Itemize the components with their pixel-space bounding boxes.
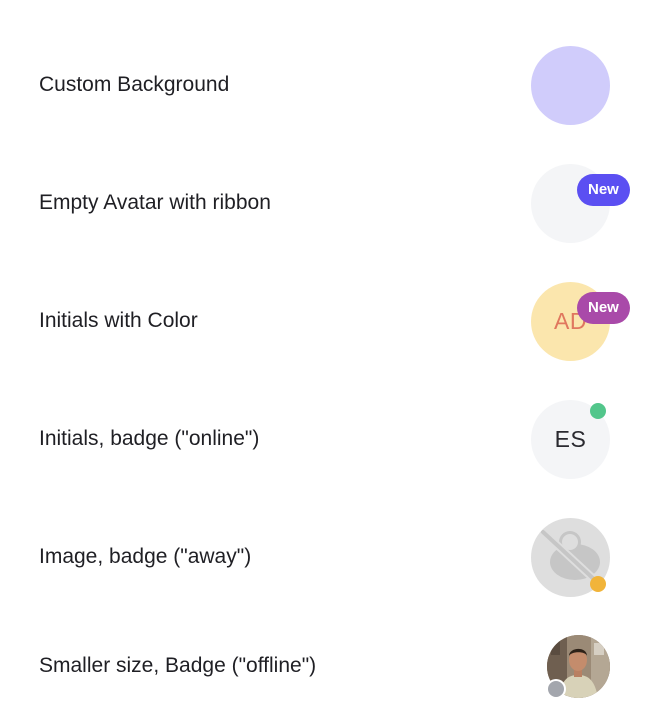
avatar-image-away[interactable] (531, 518, 610, 597)
online-status-badge (590, 403, 606, 419)
avatar-initials: ES (554, 426, 587, 452)
new-ribbon: New (577, 292, 630, 324)
row-label: Custom Background (39, 73, 230, 96)
new-ribbon: New (577, 174, 630, 206)
avatar-initials-color[interactable]: AD New (531, 282, 630, 361)
avatar-custom-background[interactable] (531, 46, 610, 125)
row-label: Empty Avatar with ribbon (39, 191, 271, 214)
row-label: Initials with Color (39, 309, 198, 332)
avatar-initials-online[interactable]: ES (531, 400, 610, 479)
avatar-empty[interactable]: New (531, 164, 630, 243)
row-label: Initials, badge ("online") (39, 427, 260, 450)
row-label: Smaller size, Badge ("offline") (39, 654, 317, 677)
avatar-small-photo[interactable] (547, 635, 610, 698)
row-label: Image, badge ("away") (39, 545, 252, 568)
away-status-badge (590, 576, 606, 592)
offline-status-badge (548, 681, 564, 697)
